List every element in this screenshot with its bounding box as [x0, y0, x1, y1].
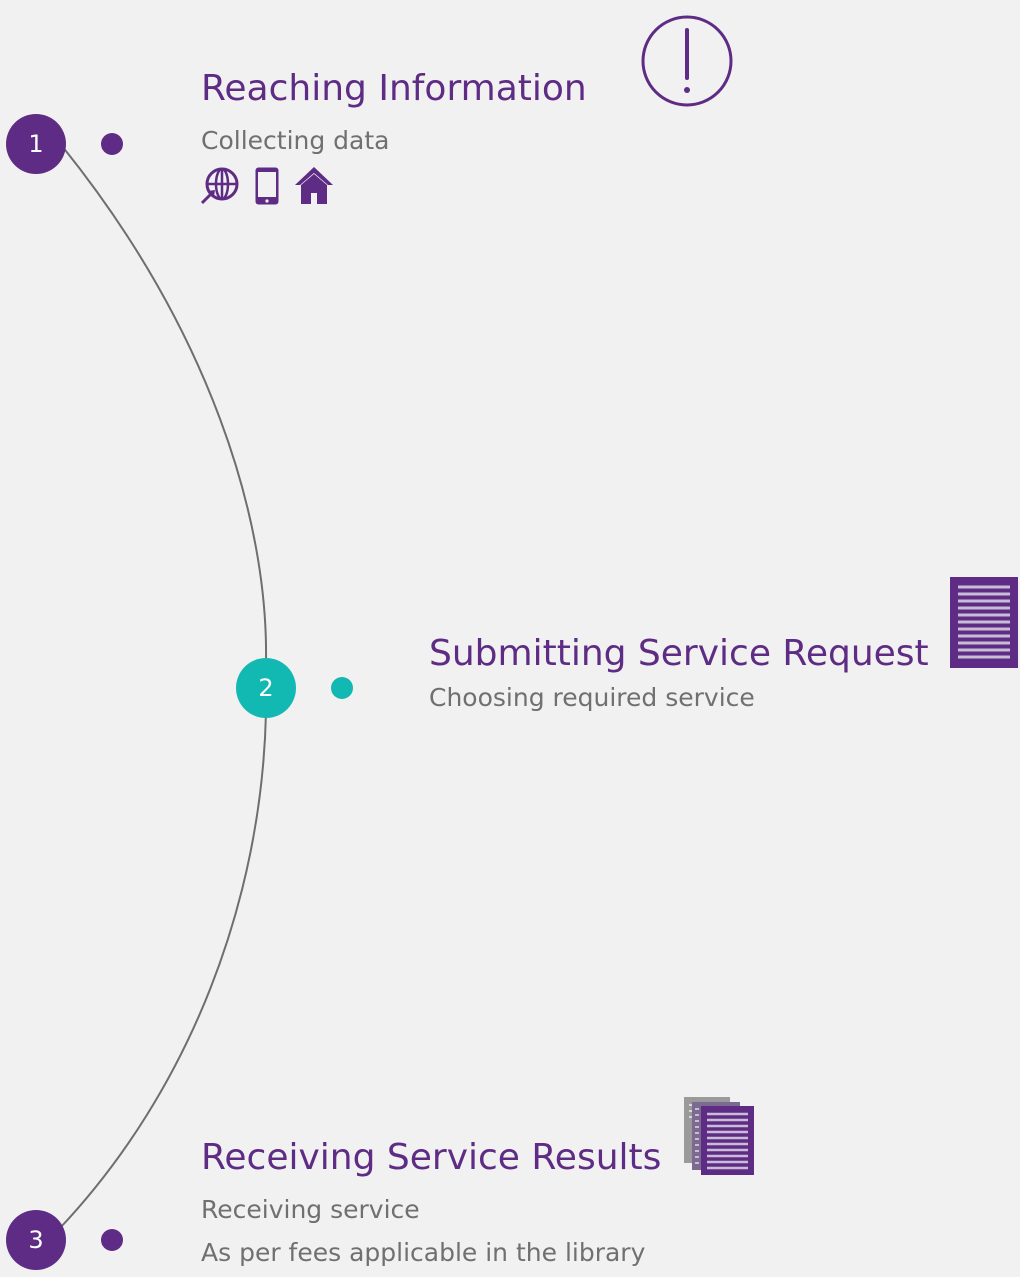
home-icon	[295, 167, 333, 204]
step-3-dot	[101, 1229, 123, 1251]
mobile-phone-icon	[255, 167, 279, 205]
step-2-description: Choosing required service	[429, 683, 755, 712]
exclamation-circle-icon	[641, 15, 733, 107]
step-1-title: Reaching Information	[201, 68, 587, 109]
step-3-title: Receiving Service Results	[201, 1137, 662, 1178]
document-lines-icon	[950, 577, 1018, 668]
step-3-description-1: Receiving service	[201, 1195, 420, 1224]
step-3-description-2: As per fees applicable in the library	[201, 1238, 646, 1267]
step-2-title: Submitting Service Request	[429, 633, 929, 674]
step-3-number-circle: 3	[6, 1210, 66, 1270]
step-1-number-circle: 1	[6, 114, 66, 174]
step-2-number-circle: 2	[236, 658, 296, 718]
step-1-dot	[101, 133, 123, 155]
globe-icon	[200, 167, 239, 205]
step-2-dot	[331, 677, 353, 699]
stacked-documents-icon	[684, 1097, 754, 1175]
step-1-description: Collecting data	[201, 126, 390, 155]
